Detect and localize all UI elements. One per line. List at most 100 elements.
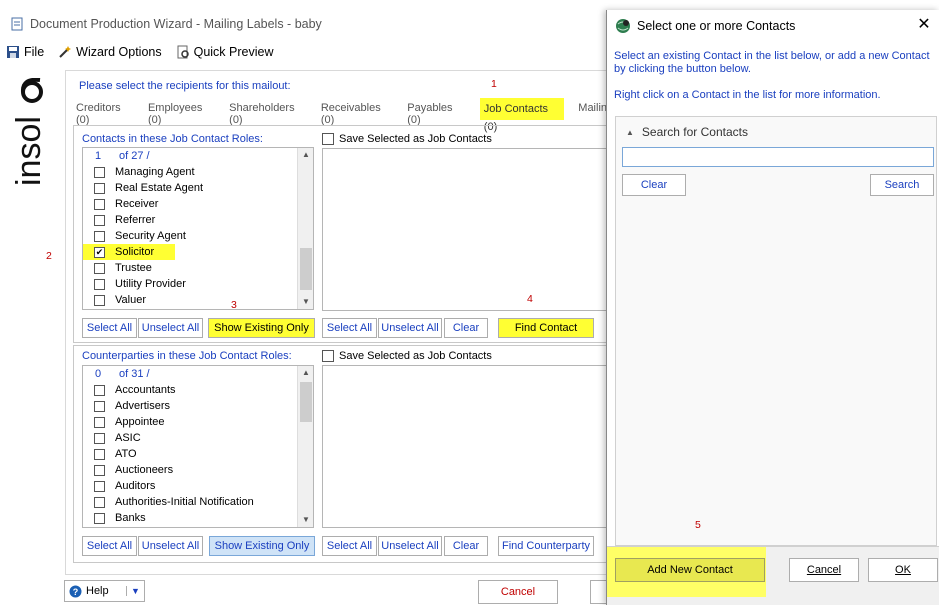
cp-select-all-button[interactable]: Select All	[82, 536, 137, 556]
svg-text:?: ?	[73, 587, 79, 597]
contacts-globe-icon	[616, 19, 630, 33]
checkbox[interactable]	[94, 230, 105, 242]
contacts-unselect-all-button[interactable]: Unselect All	[378, 318, 442, 338]
quick-preview-menu[interactable]: Quick Preview	[176, 45, 274, 59]
show-existing-only-button[interactable]: Show Existing Only	[208, 318, 315, 338]
search-header[interactable]: ▲ Search for Contacts	[626, 125, 748, 139]
checkbox[interactable]	[94, 262, 105, 274]
scroll-up-icon[interactable]: ▲	[298, 148, 313, 162]
cp-save-selected[interactable]: Save Selected as Job Contacts	[322, 350, 492, 362]
help-button[interactable]: ? Help ▼	[64, 580, 145, 602]
list-item[interactable]: Utility Provider	[83, 276, 313, 292]
list-item[interactable]: ASIC	[83, 430, 313, 446]
checkbox[interactable]	[94, 432, 105, 444]
list-item[interactable]: Auctioneers	[83, 462, 313, 478]
chevron-up-icon[interactable]: ▲	[626, 128, 634, 137]
scroll-down-icon[interactable]: ▼	[298, 295, 313, 309]
cp-unselect-all-button[interactable]: Unselect All	[138, 536, 203, 556]
checkbox[interactable]	[94, 400, 105, 412]
dialog-ok-button[interactable]: OK	[868, 558, 938, 582]
contacts-clear-button[interactable]: Clear	[444, 318, 488, 338]
counterparties-scrollbar[interactable]: ▲ ▼	[297, 366, 313, 527]
scroll-thumb[interactable]	[300, 248, 312, 290]
file-menu[interactable]: File	[6, 45, 44, 59]
close-icon[interactable]: ✕	[913, 14, 935, 36]
list-item[interactable]: ✔ Solicitor	[83, 244, 175, 260]
list-item[interactable]: Authorities-Initial Notification	[83, 494, 313, 510]
roles-scrollbar[interactable]: ▲ ▼	[297, 148, 313, 309]
tab-receivables[interactable]: Receivables (0)	[321, 102, 393, 126]
roles-save-selected[interactable]: Save Selected as Job Contacts	[322, 133, 492, 145]
counterparties-label: Counterparties in these Job Contact Role…	[82, 350, 292, 362]
roles-unselect-all-button[interactable]: Unselect All	[138, 318, 203, 338]
list-item[interactable]: Managing Agent	[83, 164, 313, 180]
checkbox[interactable]	[94, 182, 105, 194]
window-title: Document Production Wizard - Mailing Lab…	[30, 17, 322, 31]
list-item[interactable]: Banks	[83, 510, 313, 526]
checkbox[interactable]	[94, 448, 105, 460]
list-item[interactable]: Valuer	[83, 292, 313, 308]
find-counterparty-button[interactable]: Find Counterparty	[498, 536, 594, 556]
list-item[interactable]: Auditors	[83, 478, 313, 494]
wizard-cancel-button[interactable]: Cancel	[478, 580, 558, 604]
checkbox[interactable]	[94, 198, 105, 210]
cp-contacts-list[interactable]	[322, 365, 607, 528]
list-item-label: Accountants	[115, 384, 176, 396]
list-item[interactable]: ATO	[83, 446, 313, 462]
list-item[interactable]: Security Agent	[83, 228, 313, 244]
annotation-5: 5	[695, 519, 701, 531]
save-checkbox[interactable]	[322, 350, 334, 362]
checkbox[interactable]	[94, 512, 105, 524]
list-item[interactable]: Trustee	[83, 260, 313, 276]
checkbox[interactable]	[94, 166, 105, 178]
list-item[interactable]: Accountants	[83, 382, 313, 398]
cp-contacts-unselect-all-button[interactable]: Unselect All	[378, 536, 442, 556]
tab-shareholders[interactable]: Shareholders (0)	[229, 102, 307, 126]
cp-contacts-select-all-button[interactable]: Select All	[322, 536, 377, 556]
roles-contacts-list[interactable]	[322, 148, 607, 311]
save-checkbox[interactable]	[322, 133, 334, 145]
scroll-thumb[interactable]	[300, 382, 312, 422]
find-contact-button[interactable]: Find Contact	[498, 318, 594, 338]
checkbox[interactable]	[94, 278, 105, 290]
tab-creditors[interactable]: Creditors (0)	[76, 102, 134, 126]
contact-search-input[interactable]	[622, 147, 934, 167]
list-item[interactable]: Real Estate Agent	[83, 180, 313, 196]
checkbox[interactable]	[94, 294, 105, 306]
chevron-down-icon[interactable]: ▼	[126, 586, 144, 596]
list-item[interactable]: Advertisers	[83, 398, 313, 414]
cp-contacts-clear-button[interactable]: Clear	[444, 536, 488, 556]
dialog-clear-button[interactable]: Clear	[622, 174, 686, 196]
checkbox[interactable]	[94, 384, 105, 396]
list-item[interactable]: Receiver	[83, 196, 313, 212]
contacts-select-all-button[interactable]: Select All	[322, 318, 377, 338]
roles-list[interactable]: 1 of 27 / Managing Agent Real Estate Agent…	[82, 147, 314, 310]
scroll-down-icon[interactable]: ▼	[298, 513, 313, 527]
checkbox[interactable]	[94, 214, 105, 226]
preview-icon	[177, 45, 189, 59]
add-new-contact-button[interactable]: Add New Contact	[615, 558, 765, 582]
counterparties-list[interactable]: 0 of 31 / Accountants Advertisers Appointee…	[82, 365, 314, 528]
checkbox[interactable]	[94, 416, 105, 428]
annotation-3: 3	[231, 299, 237, 311]
cp-show-existing-only-button[interactable]: Show Existing Only	[209, 536, 315, 556]
tab-payables[interactable]: Payables (0)	[407, 102, 466, 126]
checkbox[interactable]	[94, 464, 105, 476]
list-item[interactable]: Referrer	[83, 212, 313, 228]
tab-employees[interactable]: Employees (0)	[148, 102, 215, 126]
wand-icon	[59, 46, 72, 58]
dialog-cancel-button[interactable]: Cancel	[789, 558, 859, 582]
back-button[interactable]	[590, 580, 607, 604]
list-item[interactable]: Appointee	[83, 414, 313, 430]
tab-mailing[interactable]: Mailin	[578, 102, 607, 126]
checkbox[interactable]	[94, 496, 105, 508]
roles-select-all-button[interactable]: Select All	[82, 318, 137, 338]
scroll-up-icon[interactable]: ▲	[298, 366, 313, 380]
title-bar: Document Production Wizard - Mailing Lab…	[0, 10, 607, 38]
tab-job-contacts[interactable]: Job Contacts (0)	[479, 98, 565, 133]
checkbox[interactable]: ✔	[94, 246, 105, 258]
wizard-options-menu[interactable]: Wizard Options	[58, 45, 162, 59]
checkbox[interactable]	[94, 480, 105, 492]
list-item-label: Advertisers	[115, 400, 171, 412]
dialog-search-button[interactable]: Search	[870, 174, 934, 196]
